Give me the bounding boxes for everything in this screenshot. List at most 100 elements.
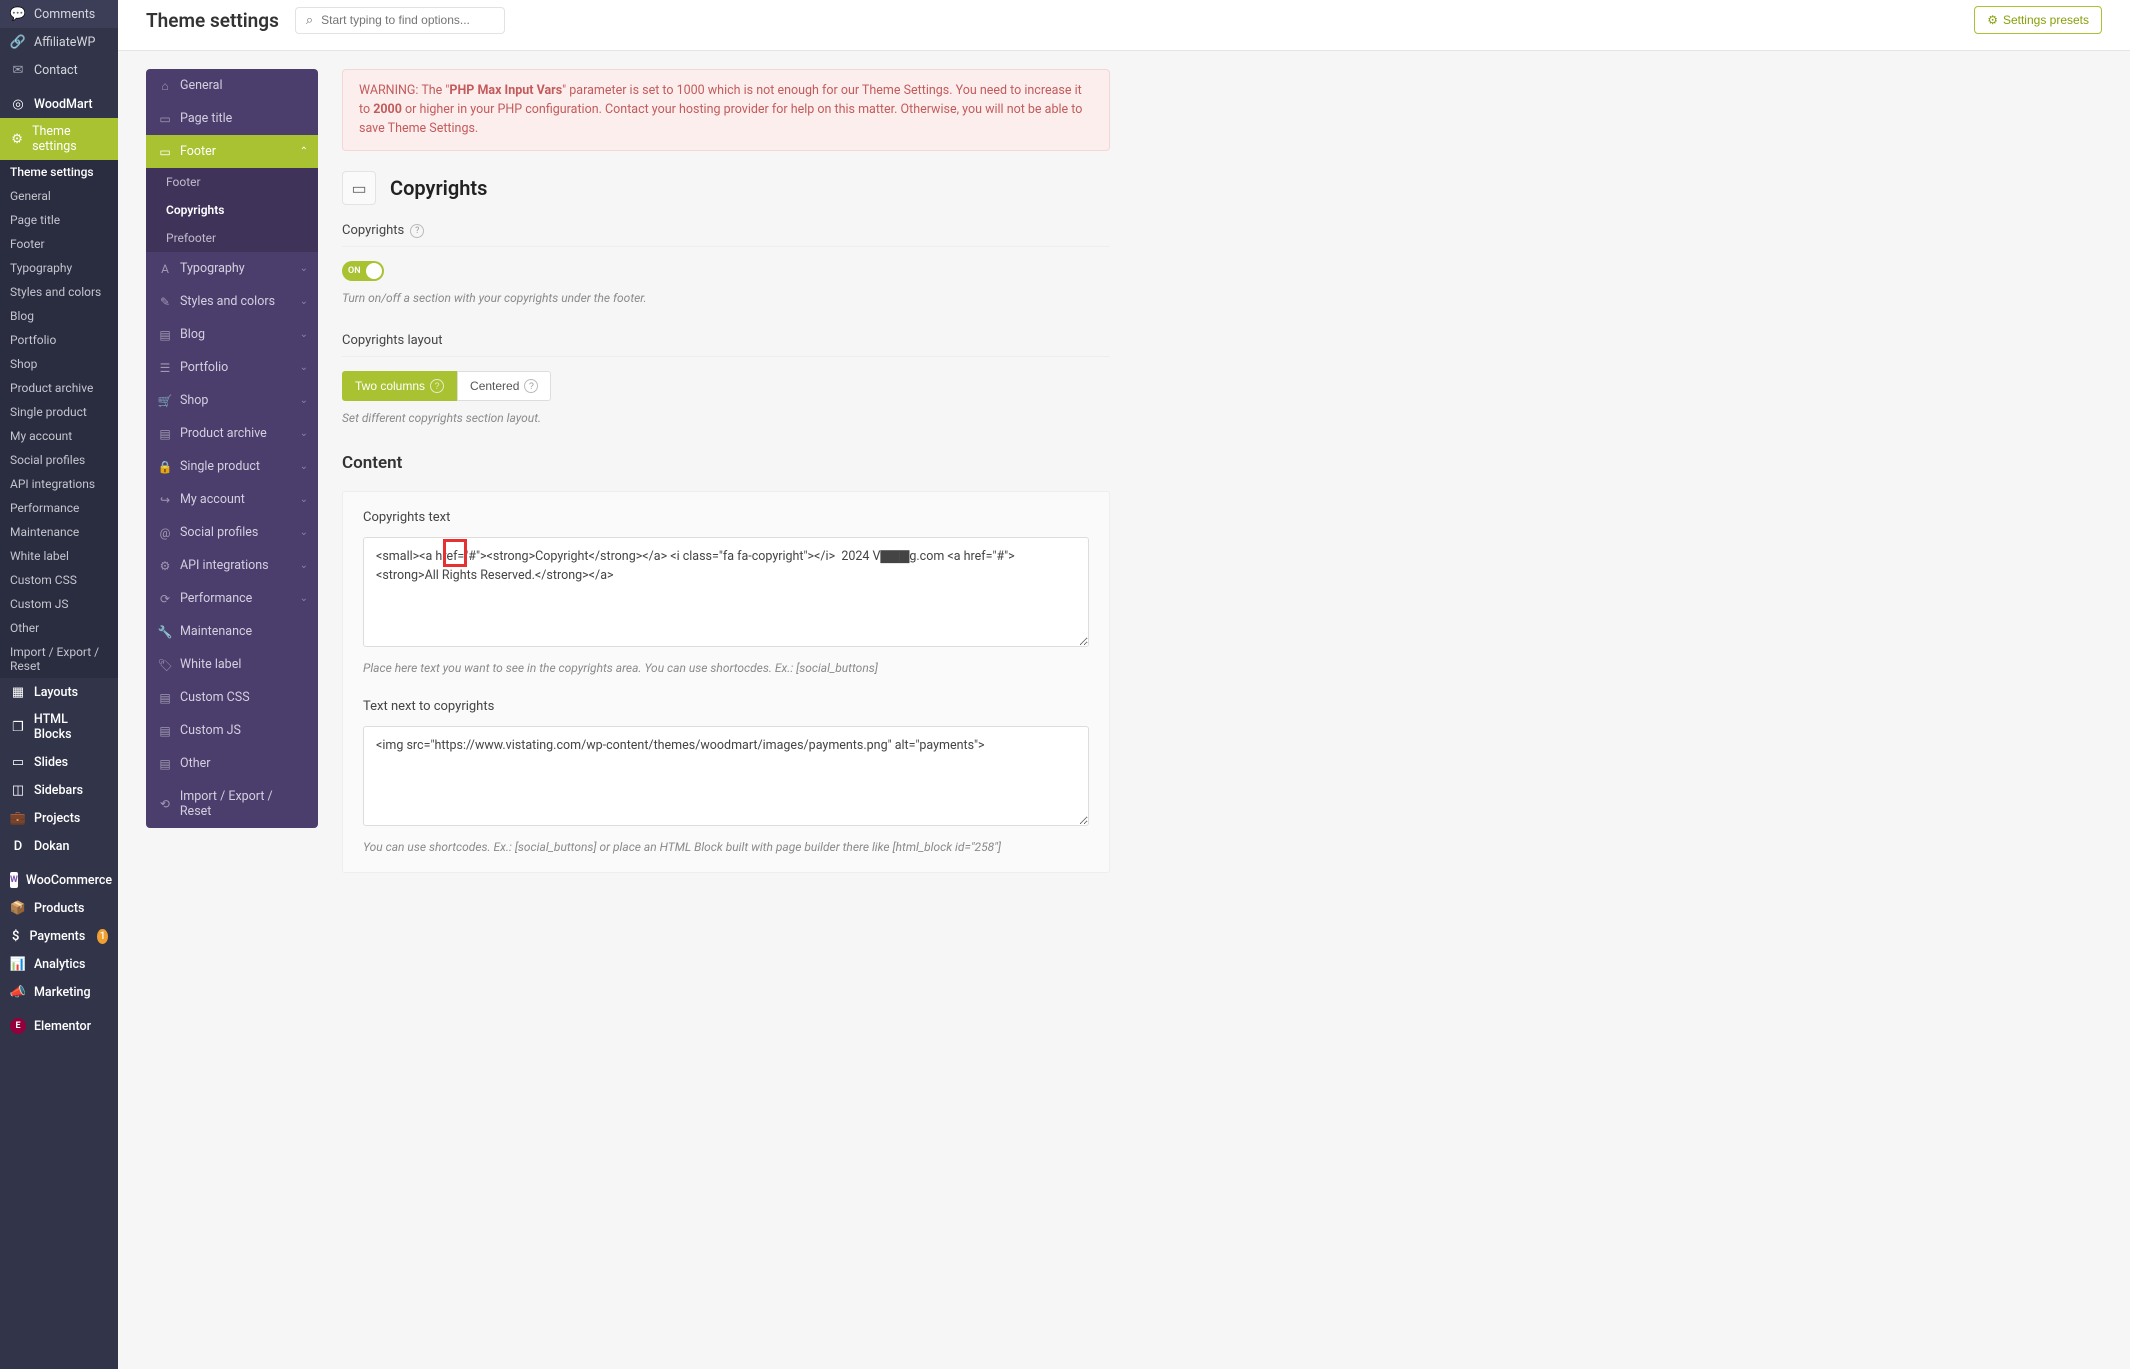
footer-icon: ▭ [158, 145, 172, 159]
badge-count: 1 [97, 929, 108, 944]
sidebar-item-affiliatewp[interactable]: 🔗AffiliateWP [0, 28, 118, 56]
sidebar-item-slides[interactable]: ▭Slides [0, 748, 118, 776]
ts-item-footer[interactable]: ▭Footer⌃ [146, 135, 318, 168]
payments-icon: $ [10, 928, 21, 944]
sidebar-sub-footer[interactable]: Footer [0, 232, 118, 256]
sidebar-item-sidebars[interactable]: ◫Sidebars [0, 776, 118, 804]
sidebar-item-label: WoodMart [34, 97, 93, 112]
ts-item-performance[interactable]: ⟳Performance⌄ [146, 582, 318, 615]
sidebar-sub-custom-css[interactable]: Custom CSS [0, 568, 118, 592]
sidebar-sub-theme-settings[interactable]: Theme settings [0, 160, 118, 184]
chevron-down-icon: ⌄ [300, 329, 308, 340]
sidebar-sub-product-archive[interactable]: Product archive [0, 376, 118, 400]
ts-item-other[interactable]: ▤Other [146, 747, 318, 780]
ts-item-portfolio[interactable]: ☰Portfolio⌄ [146, 351, 318, 384]
ts-sub-footer[interactable]: Footer [146, 168, 318, 196]
sidebar-sub-single-product[interactable]: Single product [0, 400, 118, 424]
ts-item-label: API integrations [180, 558, 269, 573]
ts-item-maintenance[interactable]: 🔧Maintenance [146, 615, 318, 648]
ts-item-label: Custom CSS [180, 690, 250, 705]
comments-icon: 💬 [10, 6, 26, 22]
ts-item-styles[interactable]: ✎Styles and colors⌄ [146, 285, 318, 318]
layout-two-columns-button[interactable]: Two columns? [342, 371, 457, 401]
section-title: Copyrights [390, 176, 487, 200]
sidebar-sub-api[interactable]: API integrations [0, 472, 118, 496]
sidebar-sub-shop[interactable]: Shop [0, 352, 118, 376]
portfolio-icon: ☰ [158, 361, 172, 375]
sidebar-item-analytics[interactable]: 📊Analytics [0, 950, 118, 978]
archive-icon: ▤ [158, 427, 172, 441]
sidebar-item-dokan[interactable]: DDokan [0, 832, 118, 860]
sliders-icon: ⚙ [10, 131, 24, 147]
page-title: Theme settings [146, 9, 279, 32]
sidebar-item-woocommerce[interactable]: WWooCommerce [0, 866, 118, 894]
sidebar-sub-portfolio[interactable]: Portfolio [0, 328, 118, 352]
sidebar-item-label: Projects [34, 811, 80, 826]
sidebar-item-label: Comments [34, 7, 95, 22]
copyrights-text-textarea[interactable] [363, 537, 1089, 647]
ts-item-social[interactable]: @Social profiles⌄ [146, 516, 318, 549]
ts-item-white-label[interactable]: 🏷White label [146, 648, 318, 681]
sidebar-sub-social[interactable]: Social profiles [0, 448, 118, 472]
sidebar-sub-performance[interactable]: Performance [0, 496, 118, 520]
sidebar-item-products[interactable]: 📦Products [0, 894, 118, 922]
sidebar-item-woodmart[interactable]: ◎WoodMart [0, 90, 118, 118]
layout-centered-button[interactable]: Centered? [457, 371, 551, 401]
search-box[interactable]: ⌕ [295, 7, 505, 34]
sidebar-sub-styles[interactable]: Styles and colors [0, 280, 118, 304]
sidebar-item-html-blocks[interactable]: ❐HTML Blocks [0, 706, 118, 748]
help-icon: ? [430, 379, 444, 393]
sidebar-sub-other[interactable]: Other [0, 616, 118, 640]
ts-item-custom-css[interactable]: ▤Custom CSS [146, 681, 318, 714]
copyrights-toggle[interactable]: ON [342, 261, 384, 281]
ts-item-typography[interactable]: ATypography⌄ [146, 252, 318, 285]
sidebar-sub-general[interactable]: General [0, 184, 118, 208]
ts-item-product-archive[interactable]: ▤Product archive⌄ [146, 417, 318, 450]
ts-footer-subgroup: Footer Copyrights Prefooter [146, 168, 318, 252]
sidebar-item-projects[interactable]: 💼Projects [0, 804, 118, 832]
lock-icon: 🔒 [158, 460, 172, 474]
ts-item-custom-js[interactable]: ▤Custom JS [146, 714, 318, 747]
sidebar-item-comments[interactable]: 💬 Comments [0, 0, 118, 28]
ts-item-shop[interactable]: 🛒Shop⌄ [146, 384, 318, 417]
sidebar-item-marketing[interactable]: 📣Marketing [0, 978, 118, 1006]
dokan-icon: D [10, 838, 26, 854]
sidebar-item-contact[interactable]: ✉Contact [0, 56, 118, 84]
sidebar-sub-import-export[interactable]: Import / Export / Reset [0, 640, 118, 678]
ts-sub-prefooter[interactable]: Prefooter [146, 224, 318, 252]
warning-bold2: 2000 [373, 102, 402, 117]
sidebar-item-label: Products [34, 901, 84, 916]
ts-item-general[interactable]: ⌂General [146, 69, 318, 102]
ts-item-page-title[interactable]: ▭Page title [146, 102, 318, 135]
sidebar-sub-page-title[interactable]: Page title [0, 208, 118, 232]
ts-item-label: Page title [180, 111, 232, 126]
content-box: Copyrights text Place here text you want… [342, 491, 1110, 873]
sidebar-sub-white-label[interactable]: White label [0, 544, 118, 568]
link-icon: 🔗 [10, 34, 26, 50]
sidebar-sub-blog[interactable]: Blog [0, 304, 118, 328]
button-label: Two columns [355, 379, 425, 393]
ts-item-my-account[interactable]: ↪My account⌄ [146, 483, 318, 516]
sidebar-sub-maintenance[interactable]: Maintenance [0, 520, 118, 544]
sidebar-sub-typography[interactable]: Typography [0, 256, 118, 280]
sidebar-item-layouts[interactable]: ▦Layouts [0, 678, 118, 706]
maintenance-icon: 🔧 [158, 625, 172, 639]
ts-item-api[interactable]: ⚙API integrations⌄ [146, 549, 318, 582]
woocommerce-icon: W [10, 872, 18, 888]
search-input[interactable] [321, 13, 494, 27]
sidebar-item-theme-settings[interactable]: ⚙Theme settings [0, 118, 118, 160]
text-next-textarea[interactable] [363, 726, 1089, 826]
settings-presets-button[interactable]: ⚙Settings presets [1974, 6, 2102, 34]
help-icon[interactable]: ? [410, 224, 424, 238]
sidebar-item-elementor[interactable]: EElementor [0, 1012, 118, 1040]
ts-item-blog[interactable]: ▤Blog⌄ [146, 318, 318, 351]
ts-item-label: Styles and colors [180, 294, 275, 309]
envelope-icon: ✉ [10, 62, 26, 78]
sidebar-item-payments[interactable]: $Payments1 [0, 922, 118, 950]
ts-item-single-product[interactable]: 🔒Single product⌄ [146, 450, 318, 483]
sidebar-sub-my-account[interactable]: My account [0, 424, 118, 448]
ts-item-import-export[interactable]: ⟲Import / Export / Reset [146, 780, 318, 828]
styles-icon: ✎ [158, 295, 172, 309]
sidebar-sub-custom-js[interactable]: Custom JS [0, 592, 118, 616]
ts-sub-copyrights[interactable]: Copyrights [146, 196, 318, 224]
